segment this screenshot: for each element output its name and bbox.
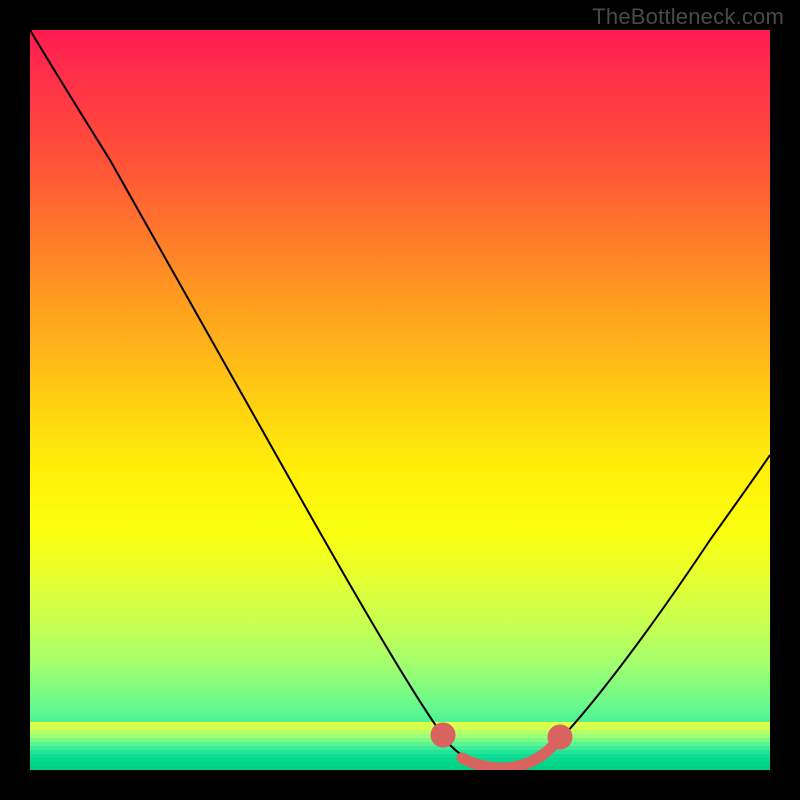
chart-frame: TheBottleneck.com bbox=[0, 0, 800, 800]
curve-layer bbox=[30, 30, 770, 770]
watermark-text: TheBottleneck.com bbox=[592, 4, 784, 30]
plot-area bbox=[30, 30, 770, 770]
bottleneck-curve bbox=[30, 30, 770, 768]
highlight-band bbox=[436, 728, 567, 768]
